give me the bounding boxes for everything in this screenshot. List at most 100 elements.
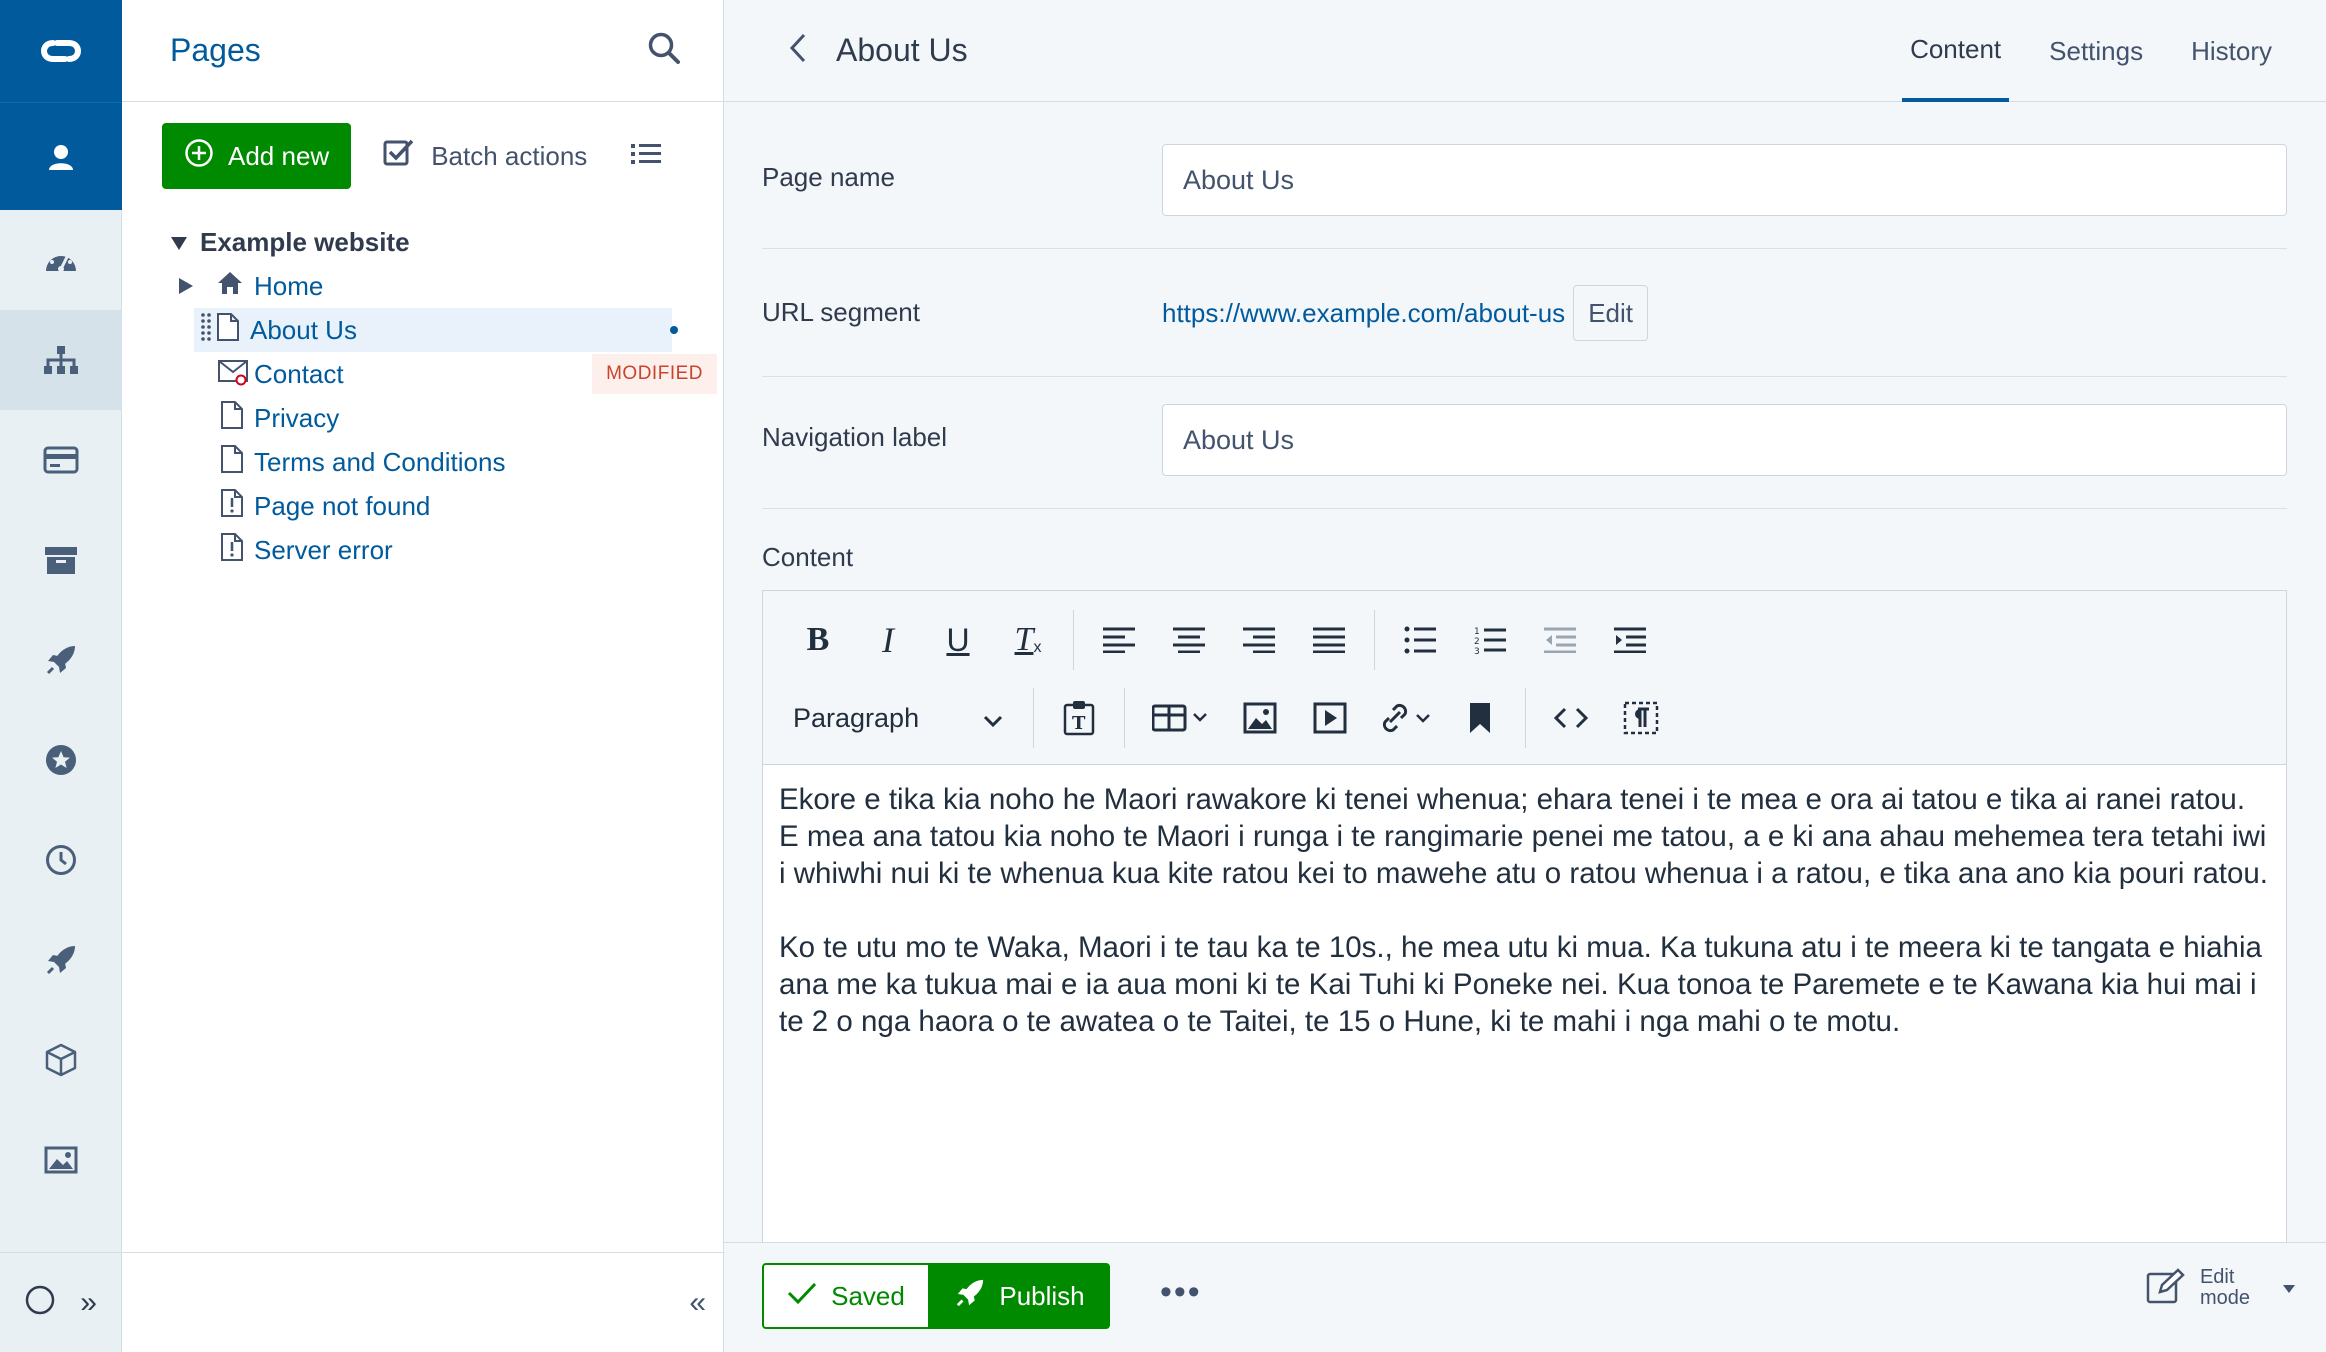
- source-code-icon[interactable]: [1536, 683, 1606, 753]
- image-insert-icon[interactable]: [1225, 683, 1295, 753]
- edit-mode-label: Edit: [2199, 1266, 2235, 1288]
- align-center-icon[interactable]: [1154, 605, 1224, 675]
- tree-root-label: Example website: [200, 226, 410, 257]
- tree-node-terms[interactable]: Terms and Conditions: [218, 440, 723, 484]
- caret-down-icon: [2282, 1278, 2296, 1299]
- caret-right-icon[interactable]: [178, 271, 194, 302]
- contact-page-icon: [218, 356, 250, 393]
- more-options-button[interactable]: •••: [1160, 1273, 1202, 1312]
- tree-node-page-not-found[interactable]: Page not found: [218, 484, 723, 528]
- paste-text-icon[interactable]: T: [1044, 683, 1114, 753]
- publish-label: Publish: [999, 1280, 1085, 1311]
- action-bar: Saved Publish ••• Edit mode: [724, 1242, 2326, 1352]
- add-new-label: Add new: [228, 140, 330, 171]
- rocket-icon: [955, 1278, 985, 1315]
- tree-node-contact[interactable]: Contact MODIFIED: [218, 352, 723, 396]
- tree-root[interactable]: Example website: [170, 220, 723, 264]
- star-icon[interactable]: [0, 710, 122, 810]
- tree-node-label: Contact: [254, 358, 344, 389]
- url-segment-link[interactable]: https://www.example.com/about-us: [1162, 298, 1565, 329]
- svg-text:1: 1: [1474, 627, 1480, 637]
- caret-down-icon[interactable]: [170, 227, 188, 258]
- tab-settings[interactable]: Settings: [2041, 0, 2151, 102]
- align-right-icon[interactable]: [1224, 605, 1294, 675]
- card-icon[interactable]: [0, 410, 122, 510]
- tree-node-home[interactable]: Home: [178, 264, 723, 308]
- rocket-icon[interactable]: [0, 910, 122, 1010]
- svg-text:T: T: [1072, 713, 1086, 734]
- plus-circle-icon: [184, 138, 214, 175]
- nav-label-input[interactable]: About Us: [1162, 404, 2287, 476]
- list-view-icon[interactable]: [631, 142, 662, 171]
- underline-icon[interactable]: U: [923, 605, 993, 675]
- clear-format-icon[interactable]: Tx: [993, 605, 1063, 675]
- expand-menu-icon[interactable]: »: [80, 1286, 97, 1320]
- bullet-list-icon[interactable]: [1385, 605, 1455, 675]
- media-icon[interactable]: [1295, 683, 1365, 753]
- add-new-button[interactable]: Add new: [162, 123, 352, 189]
- table-icon[interactable]: [1135, 683, 1225, 753]
- bookmark-icon[interactable]: [1445, 683, 1515, 753]
- indent-icon[interactable]: [1595, 605, 1665, 675]
- tab-history[interactable]: History: [2183, 0, 2280, 102]
- cube-icon[interactable]: [0, 1010, 122, 1110]
- checkbox-icon: [383, 138, 415, 175]
- tree-node-label: Home: [254, 270, 324, 301]
- batch-actions-button[interactable]: Batch actions: [383, 138, 587, 175]
- editor-content-area[interactable]: Ekore e tika kia noho he Maori rawakore …: [763, 765, 2286, 1093]
- rocket-icon[interactable]: [0, 610, 122, 710]
- main-menu: »: [0, 0, 122, 1352]
- tree-node-label: Terms and Conditions: [254, 446, 506, 477]
- profile-icon[interactable]: [0, 102, 122, 210]
- bold-icon[interactable]: B: [783, 605, 853, 675]
- block-format-value: Paragraph: [793, 702, 920, 733]
- url-edit-button[interactable]: Edit: [1573, 285, 1648, 341]
- outdent-icon[interactable]: [1525, 605, 1595, 675]
- back-arrow-icon[interactable]: [788, 32, 808, 69]
- page-title: About Us: [836, 32, 968, 68]
- page-name-input[interactable]: About Us: [1162, 144, 2287, 216]
- edit-form: About Us Content Settings History Page n…: [724, 0, 2326, 1352]
- url-segment-label: URL segment: [762, 297, 920, 327]
- help-icon[interactable]: [25, 1285, 55, 1320]
- svg-text:3: 3: [1474, 647, 1480, 655]
- italic-icon[interactable]: I: [853, 605, 923, 675]
- content-paragraph: Ekore e tika kia noho he Maori rawakore …: [779, 783, 2269, 890]
- tree-node-about-us[interactable]: About Us: [194, 308, 678, 352]
- site-tree-icon[interactable]: [0, 310, 122, 410]
- numbered-list-icon[interactable]: 123: [1455, 605, 1525, 675]
- tree-node-server-error[interactable]: Server error: [218, 528, 723, 572]
- content-label: Content: [762, 542, 854, 572]
- divider: [762, 508, 2287, 509]
- link-icon[interactable]: [1365, 683, 1445, 753]
- search-icon[interactable]: [647, 31, 681, 70]
- divider: [762, 248, 2287, 249]
- page-icon: [216, 312, 240, 349]
- saved-label: Saved: [831, 1280, 905, 1311]
- saved-button[interactable]: Saved: [762, 1263, 930, 1329]
- modified-badge: MODIFIED: [592, 354, 717, 394]
- collapse-panel-button[interactable]: «: [689, 1286, 706, 1320]
- archive-icon[interactable]: [0, 510, 122, 610]
- unsaved-dot-icon: [670, 326, 678, 334]
- dashboard-icon[interactable]: [0, 210, 122, 310]
- tab-content[interactable]: Content: [1902, 0, 2010, 102]
- panel-title: Pages: [170, 32, 261, 68]
- align-justify-icon[interactable]: [1294, 605, 1364, 675]
- image-icon[interactable]: [0, 1110, 122, 1210]
- error-page-icon: [220, 532, 244, 569]
- show-blocks-icon[interactable]: [1606, 683, 1676, 753]
- clock-icon[interactable]: [0, 810, 122, 910]
- drag-handle-icon[interactable]: [200, 312, 212, 349]
- edit-mode-toggle[interactable]: Edit mode: [2146, 1267, 2296, 1309]
- block-format-select[interactable]: Paragraph: [763, 683, 1023, 753]
- logo-icon[interactable]: [0, 0, 122, 102]
- tree-node-label: Page not found: [254, 490, 431, 521]
- align-left-icon[interactable]: [1084, 605, 1154, 675]
- page-tree: Example website Home About Us Contact MO…: [122, 220, 723, 572]
- tree-node-privacy[interactable]: Privacy: [218, 396, 723, 440]
- publish-button[interactable]: Publish: [930, 1263, 1110, 1329]
- nav-label-field: Navigation label About Us: [762, 404, 2287, 476]
- check-icon: [787, 1281, 817, 1312]
- site-tree-panel: Pages Add new Batch actions Example webs: [122, 0, 724, 1352]
